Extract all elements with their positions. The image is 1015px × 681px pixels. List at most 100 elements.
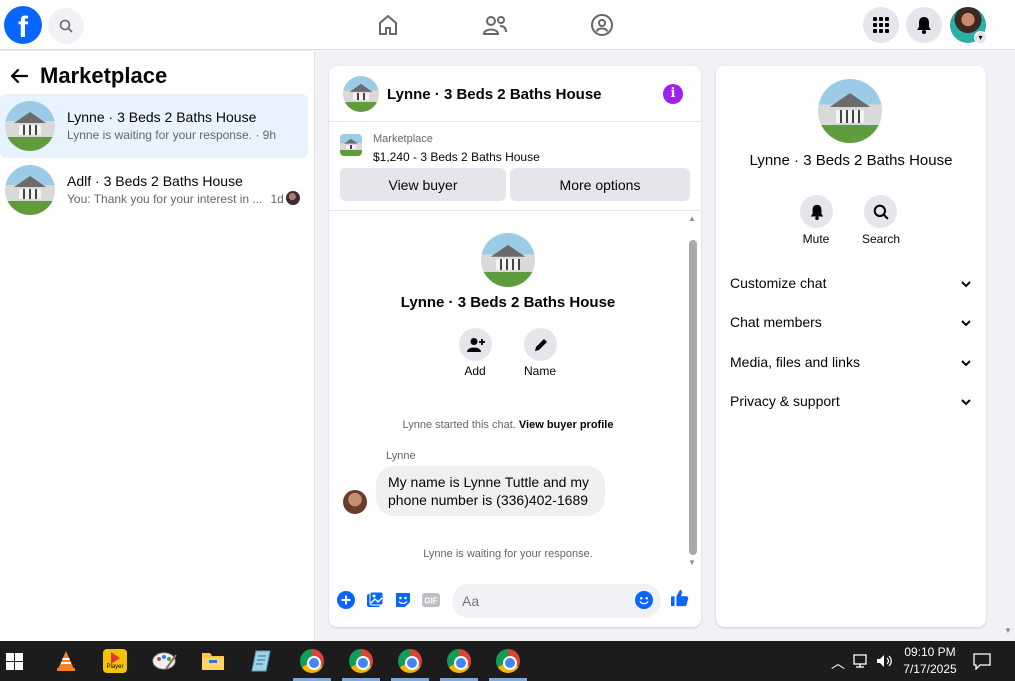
menu-button[interactable] — [863, 7, 899, 43]
conversation-preview: Lynne is waiting for your response. · 9h — [67, 128, 276, 142]
bell-icon — [810, 204, 823, 220]
listing-card: Marketplace $1,240 - 3 Beds 2 Baths Hous… — [329, 123, 701, 211]
windows-taskbar: Player ︿ 09:10 PM 7/17/2025 — [0, 641, 1015, 681]
clock-time: 09:10 PM — [904, 645, 956, 659]
message-input[interactable] — [452, 584, 661, 618]
chat-avatar[interactable] — [343, 76, 379, 112]
like-button[interactable] — [671, 589, 689, 607]
section-label: Chat members — [730, 314, 822, 330]
conversation-item[interactable]: Adlf · 3 Beds 2 Baths House You: Thank y… — [0, 158, 308, 222]
chat-title[interactable]: Lynne · 3 Beds 2 Baths House — [387, 86, 602, 103]
search-in-chat-button[interactable] — [864, 195, 897, 228]
friends-tab[interactable] — [482, 12, 508, 38]
emoji-icon — [635, 591, 653, 609]
house-thumbnail — [5, 101, 55, 151]
conversation-title: Adlf · 3 Beds 2 Baths House — [67, 173, 243, 189]
groups-icon — [591, 14, 613, 36]
listing-label: Marketplace — [373, 133, 433, 145]
chevron-down-icon — [961, 360, 971, 367]
chevron-down-icon[interactable]: ▾ — [974, 31, 987, 44]
attach-photo-button[interactable] — [366, 591, 384, 609]
home-tab[interactable] — [375, 12, 401, 38]
house-thumbnail — [5, 165, 55, 215]
privacy-support-section[interactable]: Privacy & support — [730, 393, 972, 415]
photo-icon — [367, 591, 384, 607]
scroll-thumb[interactable] — [689, 240, 697, 555]
view-buyer-button[interactable]: View buyer — [340, 168, 506, 201]
details-title: Lynne · 3 Beds 2 Baths House — [749, 152, 953, 169]
paint-icon[interactable] — [152, 649, 178, 673]
more-actions-button[interactable] — [337, 591, 355, 609]
sticker-button[interactable] — [394, 591, 412, 609]
media-files-links-section[interactable]: Media, files and links — [730, 354, 972, 376]
conversation-item[interactable]: Lynne · 3 Beds 2 Baths House Lynne is wa… — [0, 94, 308, 158]
section-label: Customize chat — [730, 275, 827, 291]
chat-started-notice: Lynne started this chat. View buyer prof… — [329, 419, 687, 431]
section-label: Privacy & support — [730, 393, 840, 409]
vlc-icon[interactable] — [54, 649, 78, 673]
chrome-icon[interactable] — [398, 649, 422, 673]
scroll-up-arrow-icon[interactable]: ▲ — [688, 214, 696, 223]
notepad-icon[interactable] — [250, 649, 274, 673]
system-clock[interactable]: 09:10 PM 7/17/2025 — [898, 644, 962, 678]
seen-avatar — [286, 191, 300, 205]
message-bubble[interactable]: My name is Lynne Tuttle and my phone num… — [376, 466, 605, 516]
add-button[interactable] — [459, 328, 492, 361]
chrome-icon[interactable] — [300, 649, 324, 673]
listing-price: $1,240 - 3 Beds 2 Baths House — [373, 150, 540, 164]
sticker-icon — [396, 593, 410, 607]
clock-date: 7/17/2025 — [903, 662, 957, 676]
windows-start-icon[interactable] — [6, 653, 23, 670]
add-person-icon — [466, 337, 485, 352]
player-label: Player — [106, 664, 124, 670]
play-icon — [111, 652, 120, 664]
thumbs-up-icon — [671, 589, 689, 607]
info-icon[interactable]: i — [663, 84, 683, 104]
search-button[interactable] — [48, 8, 84, 44]
back-arrow-icon[interactable] — [10, 68, 28, 84]
more-options-button[interactable]: More options — [510, 168, 690, 201]
search-label: Search — [861, 232, 901, 246]
bell-icon — [917, 17, 931, 34]
search-icon — [873, 204, 889, 220]
view-buyer-profile-link[interactable]: View buyer profile — [519, 419, 614, 431]
network-icon[interactable] — [853, 653, 871, 669]
gif-button[interactable]: GIF — [422, 591, 440, 609]
chevron-down-icon — [961, 399, 971, 406]
sender-avatar[interactable] — [343, 490, 367, 514]
emoji-button[interactable] — [635, 591, 653, 609]
notifications-button[interactable] — [906, 7, 942, 43]
mute-button[interactable] — [800, 195, 833, 228]
page-scroll-down-arrow-icon[interactable]: ▼ — [1004, 626, 1012, 635]
scroll-down-arrow-icon[interactable]: ▼ — [688, 558, 696, 567]
chrome-icon[interactable] — [447, 649, 471, 673]
name-button[interactable] — [524, 328, 557, 361]
tray-chevron-up-icon[interactable]: ︿ — [831, 653, 845, 673]
chrome-icon[interactable] — [496, 649, 520, 673]
menu-grid-icon — [873, 17, 889, 33]
gif-label: GIF — [424, 597, 437, 606]
home-icon — [379, 15, 397, 35]
details-avatar — [818, 79, 882, 143]
file-explorer-icon[interactable] — [201, 650, 225, 672]
preview-text: You: Thank you for your interest in ... — [67, 192, 263, 206]
notification-center-icon[interactable] — [973, 652, 991, 670]
conversation-title: Lynne · 3 Beds 2 Baths House — [67, 109, 257, 125]
chat-details-panel: Lynne · 3 Beds 2 Baths House Mute Search… — [716, 66, 986, 627]
customize-chat-section[interactable]: Customize chat — [730, 275, 972, 297]
message-line: phone number is (336)402-1689 — [388, 492, 589, 508]
pencil-icon — [534, 338, 547, 351]
volume-icon[interactable] — [876, 653, 894, 669]
groups-tab[interactable] — [589, 12, 615, 38]
chat-scrollbar[interactable]: ▲ ▼ — [687, 214, 699, 567]
top-navigation-bar: f ▾ — [0, 0, 1015, 50]
sender-name: Lynne — [386, 450, 416, 462]
sidebar-title: Marketplace — [40, 63, 168, 88]
player-app-icon[interactable]: Player — [103, 649, 127, 673]
gif-icon: GIF — [422, 593, 440, 607]
facebook-logo[interactable]: f — [4, 6, 42, 44]
chrome-icon[interactable] — [349, 649, 373, 673]
chat-members-section[interactable]: Chat members — [730, 314, 972, 336]
thread-avatar — [481, 233, 535, 287]
chevron-down-icon — [961, 281, 971, 288]
